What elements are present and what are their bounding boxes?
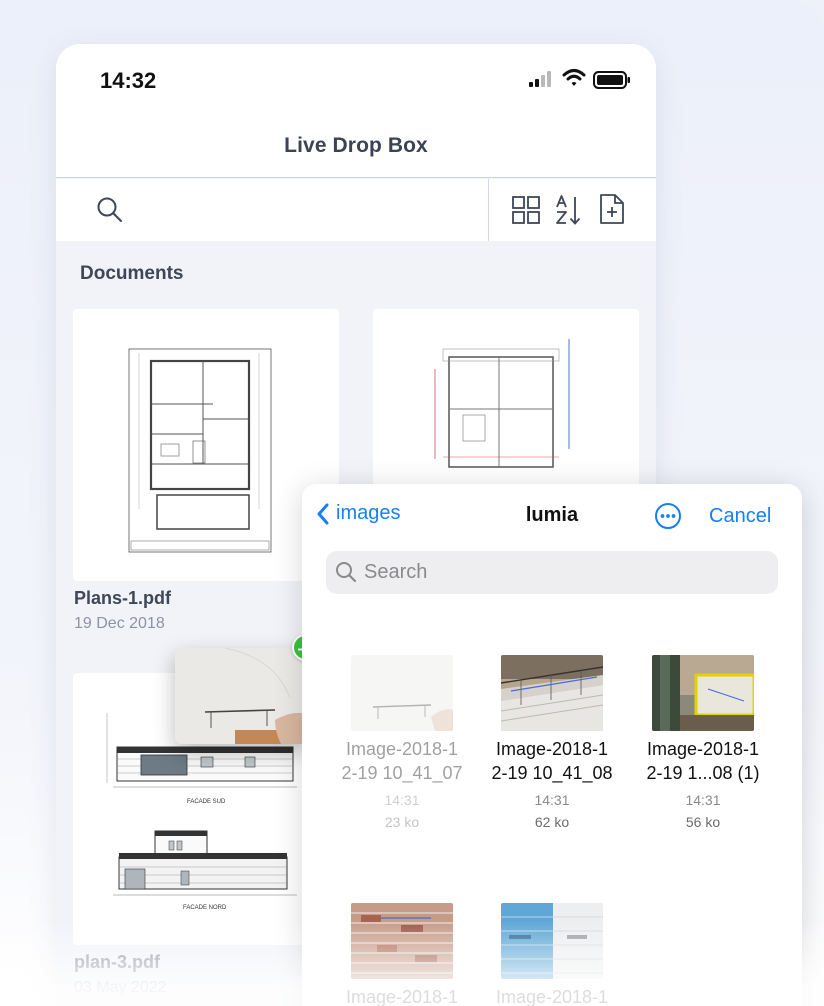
file-item[interactable]: Image-2018-1	[332, 903, 472, 1006]
file-name: Image-2018-1 2-19 10_41_07	[332, 737, 472, 785]
file-name: Image-2018-1 2-19 1...08 (1)	[633, 737, 773, 785]
sort-az-icon[interactable]	[555, 194, 583, 226]
document-card[interactable]	[73, 309, 339, 581]
file-size: 23 ko	[384, 814, 420, 830]
file-item[interactable]: Image-2018-1	[482, 903, 622, 1006]
svg-text:FACADE NORD: FACADE NORD	[183, 905, 227, 911]
toolbar	[56, 179, 656, 241]
more-options-icon[interactable]	[654, 502, 682, 530]
document-date: 03 May 2022	[74, 979, 167, 996]
file-item[interactable]: Image-2018-1 2-19 10_41_07 14:31 23 ko	[332, 655, 472, 833]
document-date: 19 Dec 2018	[74, 615, 165, 632]
file-thumbnail	[351, 903, 453, 979]
cancel-button[interactable]: Cancel	[709, 505, 771, 528]
file-time: 14:31	[685, 792, 721, 808]
file-time: 14:31	[534, 792, 570, 808]
cellular-signal-icon	[529, 71, 551, 87]
document-name: Plans-1.pdf	[74, 588, 172, 608]
section-title: Documents	[80, 263, 184, 284]
file-name: Image-2018-1	[482, 985, 622, 1006]
file-name: Image-2018-1	[332, 985, 472, 1006]
file-item[interactable]: Image-2018-1 2-19 10_41_08 14:31 62 ko	[482, 655, 622, 833]
file-name: Image-2018-1 2-19 10_41_08	[482, 737, 622, 785]
file-item[interactable]: Image-2018-1 2-19 1...08 (1) 14:31 56 ko	[633, 655, 773, 833]
file-name-line: Image-2018-1	[646, 739, 760, 759]
file-name-line: Image-2018-1	[345, 739, 459, 759]
file-name-line: Image-2018-1	[495, 739, 609, 759]
add-document-icon[interactable]	[599, 193, 625, 225]
toolbar-divider	[488, 179, 489, 241]
search-input[interactable]	[364, 551, 764, 594]
file-name-line: 2-19 10_41_07	[341, 763, 463, 783]
battery-icon	[593, 71, 630, 89]
file-time: 14:31	[384, 792, 420, 808]
file-name-line: Image-2018-1	[495, 987, 609, 1006]
file-name-line: 2-19 10_41_08	[491, 763, 613, 783]
picker-search-bar[interactable]	[326, 551, 778, 594]
file-thumbnail	[652, 655, 754, 731]
document-name: plan-3.pdf	[74, 952, 160, 972]
file-size: 62 ko	[534, 814, 570, 830]
dragged-image-preview[interactable]	[175, 648, 306, 744]
search-icon[interactable]	[96, 196, 124, 224]
grid-view-icon[interactable]	[512, 196, 540, 224]
file-size: 56 ko	[685, 814, 721, 830]
status-bar: 14:32	[56, 44, 656, 114]
file-name-line: 2-19 1...08 (1)	[646, 763, 760, 783]
file-picker-sheet: images lumia Cancel Image-2018-1 2-19	[302, 484, 802, 1006]
svg-text:FACADE SUD: FACADE SUD	[187, 799, 226, 805]
floor-plan-thumbnail	[128, 348, 272, 553]
page-title: Live Drop Box	[284, 134, 428, 157]
file-thumbnail	[501, 903, 603, 979]
navigation-bar: Live Drop Box	[56, 114, 656, 178]
wifi-icon	[562, 69, 586, 86]
status-time: 14:32	[100, 68, 157, 93]
search-icon	[336, 562, 357, 583]
file-thumbnail	[351, 655, 453, 731]
file-name-line: Image-2018-1	[345, 987, 459, 1006]
file-thumbnail	[501, 655, 603, 731]
